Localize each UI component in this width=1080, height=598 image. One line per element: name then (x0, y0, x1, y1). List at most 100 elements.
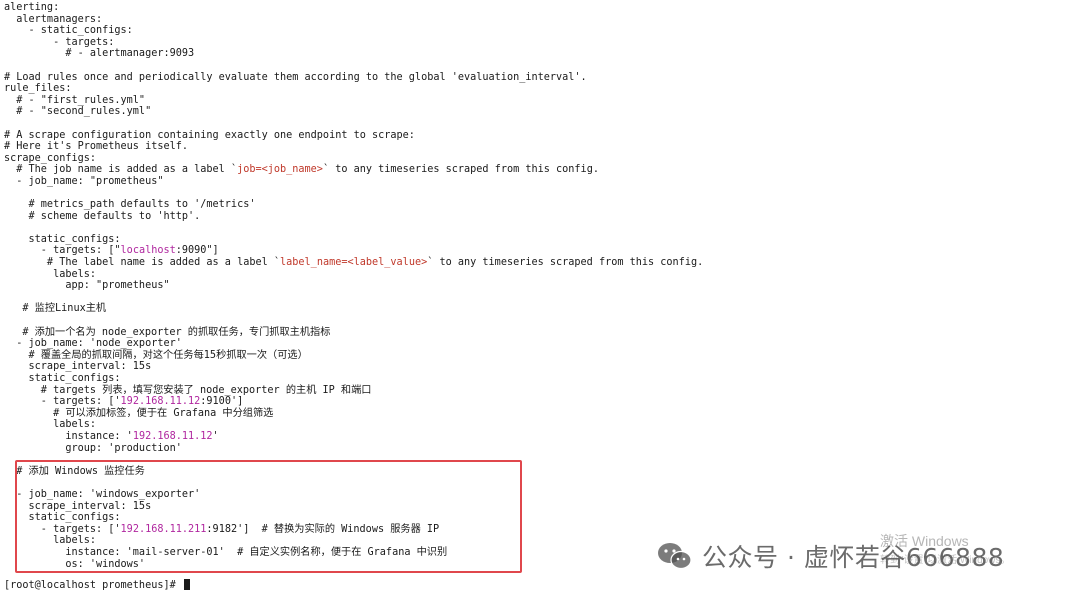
terminal-text-segment: - job_name: 'node_exporter' (4, 338, 182, 350)
terminal-line: # metrics_path defaults to '/metrics' (4, 199, 1080, 211)
terminal-text-segment: # 监控Linux主机 (4, 303, 107, 315)
terminal-text-segment: # Here it's Prometheus itself. (4, 141, 189, 153)
terminal-line: alertmanagers: (4, 14, 1080, 26)
terminal-text-segment: # - "first_rules.yml" (4, 94, 146, 106)
terminal-text-segment: alertmanagers: (4, 13, 103, 25)
terminal-line: # - "first_rules.yml" (4, 95, 1080, 107)
terminal-text-segment: - targets: (4, 36, 115, 48)
terminal-text-segment: :9090"] (175, 245, 219, 257)
terminal-text-segment: scrape_interval: 15s (4, 361, 152, 373)
terminal-text-segment: os: 'windows' (4, 558, 146, 570)
terminal-text-segment: instance: ' (4, 430, 133, 442)
shell-prompt: [root@localhost prometheus]# (4, 580, 182, 591)
terminal-text-segment: rule_files: (4, 83, 72, 95)
terminal-line: # targets 列表，填写您安装了 node_exporter 的主机 IP… (4, 385, 1080, 397)
terminal-line: labels: (4, 269, 1080, 281)
terminal-line: labels: (4, 419, 1080, 431)
terminal-line: # 覆盖全局的抓取间隔，对这个任务每15秒抓取一次（可选） (4, 350, 1080, 362)
terminal-line: static_configs: (4, 512, 1080, 524)
shell-prompt-line[interactable]: [root@localhost prometheus]# (4, 579, 190, 591)
terminal-text-segment: localhost (120, 245, 176, 257)
terminal-text-segment: # 添加一个名为 node_exporter 的抓取任务，专门抓取主机指标 (4, 326, 331, 338)
terminal-line: # scheme defaults to 'http'. (4, 211, 1080, 223)
terminal-line: # The label name is added as a label `la… (4, 257, 1080, 269)
terminal-line: - job_name: "prometheus" (4, 176, 1080, 188)
terminal-line: scrape_interval: 15s (4, 361, 1080, 373)
terminal-text-segment: - job_name: "prometheus" (4, 175, 164, 187)
watermark-text: 公众号 · 虚怀若谷666888 (702, 543, 1005, 572)
terminal-line: # 添加 Windows 监控任务 (4, 466, 1080, 478)
wechat-watermark: 公众号 · 虚怀若谷666888 (656, 536, 1004, 576)
terminal-line: scrape_interval: 15s (4, 501, 1080, 513)
terminal-line: # - "second_rules.yml" (4, 106, 1080, 118)
terminal-line: # 监控Linux主机 (4, 303, 1080, 315)
terminal-text-segment: # metrics_path defaults to '/metrics' (4, 199, 256, 211)
terminal-text-segment: job=<job_name> (237, 164, 323, 176)
terminal-line: scrape_configs: (4, 153, 1080, 165)
terminal-text-segment: - targets: [" (4, 245, 121, 257)
terminal-text-segment: # 可以添加标签，便于在 Grafana 中分组筛选 (4, 407, 274, 419)
terminal-output: alerting: alertmanagers: - static_config… (4, 2, 1080, 570)
terminal-text-segment: # 覆盖全局的抓取间隔，对这个任务每15秒抓取一次（可选） (4, 349, 308, 361)
terminal-text-segment: # A scrape configuration containing exac… (4, 129, 415, 141)
terminal-text-segment: # 添加 Windows 监控任务 (4, 465, 145, 477)
terminal-line: # Here it's Prometheus itself. (4, 141, 1080, 153)
terminal-line: - targets: ["localhost:9090"] (4, 245, 1080, 257)
terminal-text-segment: ` to any timeseries scraped from this co… (427, 257, 704, 269)
terminal-text-segment: 192.168.11.12 (120, 396, 201, 408)
wechat-icon (656, 541, 694, 571)
terminal-line: app: "prometheus" (4, 280, 1080, 292)
terminal-text-segment: - targets: [' (4, 396, 121, 408)
terminal-line: # Load rules once and periodically evalu… (4, 72, 1080, 84)
terminal-line: instance: '192.168.11.12' (4, 431, 1080, 443)
terminal-text-segment: scrape_configs: (4, 152, 97, 164)
terminal-text-segment: scrape_interval: 15s (4, 500, 152, 512)
terminal-text-segment: - static_configs: (4, 25, 133, 37)
terminal-text-segment: :9100'] (200, 396, 244, 408)
terminal-line: alerting: (4, 2, 1080, 14)
terminal-text-segment: labels: (4, 419, 97, 431)
terminal-line: - static_configs: (4, 25, 1080, 37)
terminal-text-segment: 192.168.11.211 (120, 523, 207, 535)
terminal-text-segment: instance: 'mail-server-01' # 自定义实例名称，便于在… (4, 546, 448, 558)
terminal-line: # 添加一个名为 node_exporter 的抓取任务，专门抓取主机指标 (4, 327, 1080, 339)
terminal-text-segment: static_configs: (4, 233, 121, 245)
terminal-text-segment: 192.168.11.12 (132, 430, 213, 442)
terminal-text-segment: # The label name is added as a label ` (4, 257, 281, 269)
terminal-text-segment: app: "prometheus" (4, 280, 170, 292)
terminal-text-segment: ' (212, 430, 219, 442)
terminal-text-segment: ` to any timeseries scraped from this co… (322, 164, 599, 176)
terminal-text-segment: static_configs: (4, 373, 121, 384)
terminal-text-segment: alerting: (4, 2, 60, 13)
terminal-text-segment: # targets 列表，填写您安装了 node_exporter 的主机 IP… (4, 384, 372, 396)
terminal-line: - targets: ['192.168.11.12:9100'] (4, 396, 1080, 408)
text-cursor (183, 579, 190, 590)
terminal-line: # The job name is added as a label `job=… (4, 164, 1080, 176)
terminal-text-segment: # The job name is added as a label ` (4, 164, 238, 176)
terminal-text-segment: labels: (4, 268, 97, 280)
terminal-text-segment: :9182'] # 替换为实际的 Windows 服务器 IP (206, 523, 440, 535)
terminal-line: rule_files: (4, 83, 1080, 95)
terminal-text-segment: - job_name: 'windows_exporter' (4, 488, 201, 500)
terminal-text-segment: label_name=<label_value> (280, 257, 428, 269)
terminal-line: group: 'production' (4, 443, 1080, 455)
terminal-text-segment: # - "second_rules.yml" (4, 106, 152, 118)
terminal-line: - job_name: 'windows_exporter' (4, 489, 1080, 501)
terminal-line: static_configs: (4, 373, 1080, 385)
terminal-text-segment: static_configs: (4, 512, 121, 524)
terminal-line: - targets: (4, 37, 1080, 49)
terminal-text-segment: labels: (4, 535, 97, 547)
terminal-text-segment: # - alertmanager:9093 (4, 48, 195, 60)
terminal-window[interactable]: alerting: alertmanagers: - static_config… (0, 0, 1080, 598)
terminal-line: # - alertmanager:9093 (4, 48, 1080, 60)
terminal-text-segment: # scheme defaults to 'http'. (4, 210, 201, 222)
terminal-line: static_configs: (4, 234, 1080, 246)
terminal-text-segment: # Load rules once and periodically evalu… (4, 71, 587, 83)
terminal-text-segment: group: 'production' (4, 442, 182, 454)
